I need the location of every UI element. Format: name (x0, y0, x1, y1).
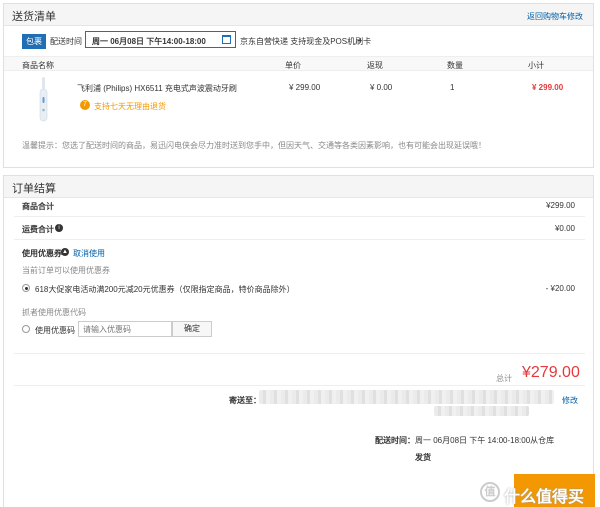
subtotal-value: ¥ 299.00 (532, 83, 564, 92)
coupon-code-hint: 抓者使用优惠代码 (22, 308, 86, 317)
goods-total-value: ¥299.00 (546, 201, 575, 210)
redacted-address-2 (434, 406, 529, 416)
product-name-link[interactable]: 飞利浦 (Philips) HX6511 充电式声波震动牙刷 (77, 83, 237, 94)
coupon-section-label: 使用优惠券 (22, 249, 62, 258)
coupon-code-input[interactable] (78, 321, 172, 337)
shipping-info-icon[interactable]: i (55, 224, 63, 232)
dispatch-text: 发货 (415, 453, 431, 462)
ship-to-label: 寄送至： (229, 396, 261, 405)
shipping-panel-header: 送货清单 返回购物车修改 (4, 4, 593, 26)
confirm-coupon-button[interactable]: 确定 (172, 321, 212, 337)
col-subtotal: 小计 (528, 61, 544, 70)
shipping-title: 送货清单 (12, 11, 56, 23)
total-label: 总计 (496, 374, 512, 383)
shipping-total-value: ¥0.00 (554, 224, 575, 233)
divider (14, 239, 585, 240)
cashback-value: ¥ 0.00 (370, 83, 393, 92)
seven-day-return-icon: 7 (80, 100, 90, 110)
goods-total-label: 商品合计 (22, 202, 54, 211)
package-badge: 包裹 (22, 34, 46, 49)
shipping-total-label: 运费合计 (22, 225, 54, 234)
watermark-text: 什么值得买 (504, 489, 585, 506)
delivery-time-summary-value: 周一 06月08日 下午 14:00-18:00从仓库 (415, 436, 555, 445)
return-policy-text: 支持七天无理由退货 (94, 102, 166, 111)
cancel-coupon-link[interactable]: 取消使用 (73, 248, 105, 259)
col-price: 单价 (285, 61, 301, 70)
settlement-title: 订单结算 (12, 183, 56, 195)
delivery-note: 京东自营快递 支持现金及POS机刷卡 (240, 37, 372, 46)
item-table-header: 商品名称 单价 返现 数量 小计 (4, 56, 593, 71)
coupon-hint: 当前订单可以使用优惠券 (22, 266, 110, 275)
settlement-panel-header: 订单结算 (4, 176, 593, 198)
total-value: ¥279.00 (522, 364, 580, 381)
coupon-toggle-icon[interactable]: ▲ (61, 248, 69, 256)
coupon-code-radio[interactable] (22, 325, 30, 333)
delivery-time-select[interactable]: 周一 06月08日 下午14:00-18:00 (85, 31, 236, 48)
coupon-discount-value: - ¥20.00 (545, 284, 575, 293)
watermark-logo-icon: 值 (480, 482, 500, 502)
divider (14, 385, 585, 386)
col-cashback: 返现 (367, 61, 383, 70)
settlement-panel: 订单结算 商品合计 ¥299.00 运费合计 i ¥0.00 使用优惠券 ▲ 取… (3, 175, 595, 507)
coupon-code-label: 使用优惠码 (35, 326, 75, 335)
coupon-option-text[interactable]: 618大促家电活动满200元减20元优惠券（仅限指定商品，特价商品除外） (35, 284, 295, 295)
edit-address-link[interactable]: 修改 (562, 395, 578, 406)
delivery-time-value: 周一 06月08日 下午14:00-18:00 (92, 37, 206, 46)
tip-text: 温馨提示：您选了配送时间的商品，易迅闪电侠会尽力准时送到您手中，但因天气、交通等… (22, 141, 486, 150)
unit-price: ¥ 299.00 (289, 83, 321, 92)
delivery-time-summary-label: 配送时间： (375, 436, 415, 445)
delivery-note-plus: + (358, 36, 363, 45)
coupon-radio[interactable] (22, 284, 30, 292)
redacted-address (259, 390, 554, 404)
product-thumbnail[interactable] (34, 75, 54, 125)
delivery-time-label: 配送时间 (50, 37, 82, 46)
divider (14, 216, 585, 217)
shipping-panel: 送货清单 返回购物车修改 包裹 配送时间 周一 06月08日 下午14:00-1… (3, 3, 594, 168)
toothbrush-image (39, 77, 48, 122)
back-to-cart-link[interactable]: 返回购物车修改 (527, 11, 583, 22)
col-qty: 数量 (447, 61, 463, 70)
quantity-value: 1 (450, 83, 455, 92)
col-name: 商品名称 (22, 61, 54, 70)
calendar-icon (222, 35, 231, 44)
divider (14, 353, 585, 354)
